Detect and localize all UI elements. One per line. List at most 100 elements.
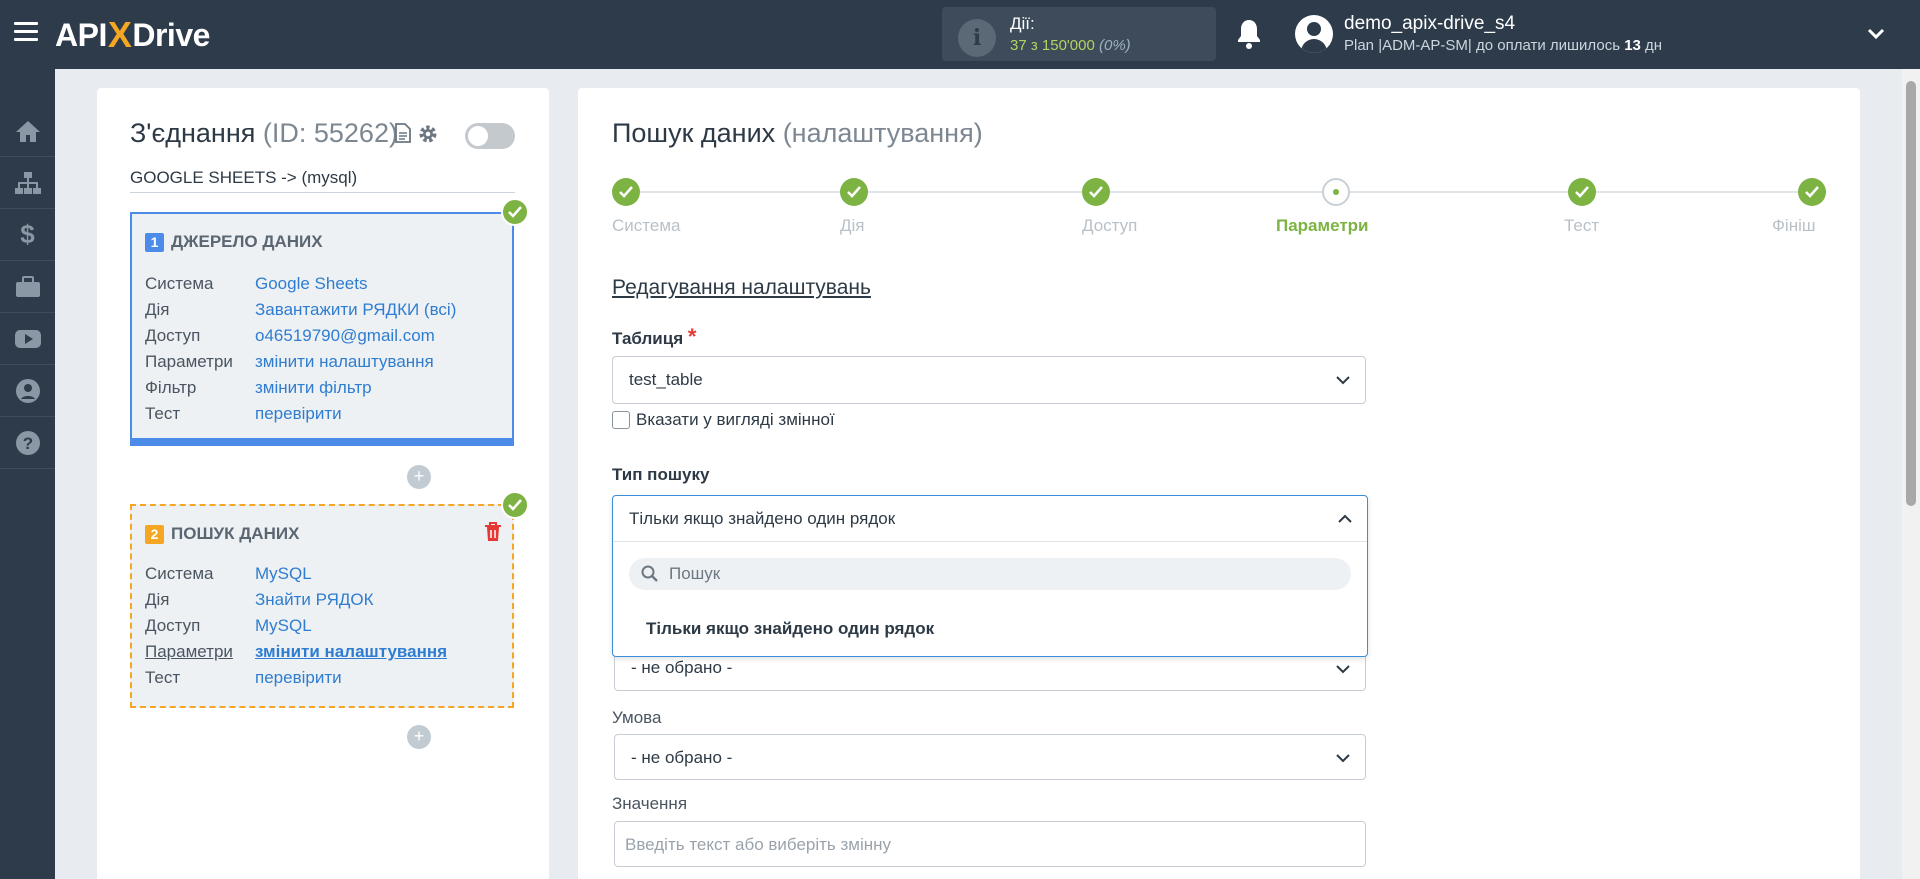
- card-row: Параметри змінити налаштування: [145, 352, 456, 378]
- connection-toggle[interactable]: [465, 123, 515, 149]
- sidebar-item-help[interactable]: ?: [0, 417, 55, 469]
- logo-x: X: [107, 14, 132, 55]
- step-number: 1: [145, 232, 164, 252]
- check-icon: [1082, 178, 1110, 206]
- row-value-link[interactable]: перевірити: [255, 668, 342, 694]
- card-row: Доступ MySQL: [145, 616, 447, 642]
- logo[interactable]: API X Drive: [55, 14, 210, 56]
- row-key: Дія: [145, 300, 170, 319]
- scrollbar-thumb[interactable]: [1906, 81, 1916, 506]
- search-card-title: ПОШУК ДАНИХ: [171, 524, 300, 543]
- sitemap-icon: [14, 171, 41, 194]
- info-icon: i: [958, 19, 996, 57]
- dropdown-search-input[interactable]: Пошук: [629, 558, 1351, 590]
- field-select-value: - не обрано -: [631, 658, 733, 677]
- check-icon: [612, 178, 640, 206]
- user-plan-days-suffix: дн: [1640, 37, 1663, 54]
- row-value-link[interactable]: o46519790@gmail.com: [255, 326, 435, 352]
- avatar[interactable]: [1295, 15, 1333, 53]
- variable-checkbox[interactable]: [612, 411, 630, 429]
- row-key: Тест: [145, 404, 181, 423]
- chevron-down-icon: [1336, 376, 1350, 385]
- user-plan-text: Plan |ADM-AP-SM| до оплати лишилось: [1344, 37, 1625, 54]
- card-row: Доступ o46519790@gmail.com: [145, 326, 456, 352]
- condition-select[interactable]: - не обрано -: [614, 734, 1366, 780]
- chevron-down-icon: [1336, 754, 1350, 763]
- sidebar-item-home[interactable]: [0, 105, 55, 157]
- bell-icon[interactable]: [1235, 18, 1263, 50]
- row-value-link[interactable]: змінити налаштування: [255, 352, 434, 378]
- row-value-link[interactable]: Знайти РЯДОК: [255, 590, 374, 616]
- row-key: Дія: [145, 590, 170, 609]
- step-number: 2: [145, 524, 164, 544]
- sidebar-item-video[interactable]: [0, 313, 55, 365]
- help-icon: ?: [15, 430, 40, 455]
- scrollbar[interactable]: [1902, 69, 1920, 879]
- menu-icon[interactable]: [14, 22, 38, 42]
- chevron-down-icon: [1336, 665, 1350, 674]
- card-row: Система MySQL: [145, 564, 447, 590]
- card-row: Система Google Sheets: [145, 274, 456, 300]
- card-row: Параметри змінити налаштування: [145, 642, 447, 668]
- row-key: Доступ: [145, 616, 201, 635]
- add-step-button[interactable]: +: [407, 465, 431, 489]
- value-input[interactable]: Введіть текст або виберіть змінну: [614, 821, 1366, 867]
- row-key: Параметри: [145, 352, 233, 371]
- briefcase-icon: [15, 275, 40, 297]
- value-input-placeholder: Введіть текст або виберіть змінну: [625, 835, 892, 854]
- sidebar-item-services[interactable]: [0, 261, 55, 313]
- table-select[interactable]: test_table: [612, 356, 1366, 404]
- document-icon[interactable]: [395, 123, 411, 143]
- search-type-select[interactable]: Тільки якщо знайдено один рядок: [613, 496, 1367, 542]
- dollar-icon: $: [20, 219, 35, 249]
- check-icon: [840, 178, 868, 206]
- row-key: Система: [145, 274, 214, 293]
- sidebar-item-billing[interactable]: $: [0, 209, 55, 261]
- page-title-muted: (налаштування): [782, 118, 983, 148]
- card-row: Дія Завантажити РЯДКИ (всі): [145, 300, 456, 326]
- steps-line: [626, 191, 1812, 193]
- progress-steps: Система Дія Доступ Параметри Тест Фініш: [612, 178, 1826, 238]
- search-card[interactable]: 2 ПОШУК ДАНИХ Система MySQL Дія Знайти РЯД…: [130, 504, 514, 708]
- source-card-header: 1 ДЖЕРЕЛО ДАНИХ: [145, 232, 323, 252]
- user-name[interactable]: demo_apix-drive_s4: [1344, 13, 1515, 35]
- row-value-link[interactable]: змінити фільтр: [255, 378, 372, 404]
- row-key: Доступ: [145, 326, 201, 345]
- search-card-rows: Система MySQL Дія Знайти РЯДОК Доступ MySQL…: [145, 564, 447, 694]
- condition-select-value: - не обрано -: [631, 748, 733, 767]
- actions-count: 37 з 150'000 (0%): [1010, 37, 1131, 54]
- chevron-up-icon: [1338, 514, 1352, 523]
- trash-icon[interactable]: [484, 522, 502, 547]
- variable-checkbox-label: Вказати у вигляді змінної: [636, 410, 835, 429]
- variable-checkbox-row[interactable]: Вказати у вигляді змінної: [612, 410, 835, 430]
- user-plan-days: 13: [1624, 37, 1641, 54]
- table-label: Таблиця *: [612, 324, 696, 350]
- check-icon: [501, 198, 529, 226]
- row-value-link[interactable]: Google Sheets: [255, 274, 367, 300]
- row-value-link[interactable]: змінити налаштування: [255, 642, 447, 668]
- sidebar-item-connections[interactable]: [0, 157, 55, 209]
- row-value-link[interactable]: MySQL: [255, 616, 312, 642]
- sidebar-item-account[interactable]: [0, 365, 55, 417]
- dropdown-option[interactable]: Тільки якщо знайдено один рядок: [646, 619, 934, 639]
- connection-id: (ID: 55262): [262, 118, 398, 148]
- row-value-link[interactable]: Завантажити РЯДКИ (всі): [255, 300, 456, 326]
- step-label: Доступ: [1082, 216, 1138, 235]
- check-icon: [1798, 178, 1826, 206]
- step-label: Тест: [1564, 216, 1600, 235]
- source-card[interactable]: 1 ДЖЕРЕЛО ДАНИХ Система Google Sheets Дія…: [130, 212, 514, 446]
- row-value-link[interactable]: перевірити: [255, 404, 342, 430]
- youtube-icon: [14, 329, 41, 348]
- row-value-link[interactable]: MySQL: [255, 564, 312, 590]
- connection-panel: З'єднання (ID: 55262) GOOGLE SHEETS -> (…: [97, 88, 549, 879]
- sidebar: $ ?: [0, 69, 55, 879]
- add-step-button[interactable]: +: [407, 725, 431, 749]
- gear-icon[interactable]: [417, 123, 439, 145]
- row-key: Тест: [145, 668, 181, 687]
- chevron-down-icon[interactable]: [1866, 24, 1886, 44]
- card-row: Тест перевірити: [145, 404, 456, 430]
- search-type-dropdown[interactable]: Тільки якщо знайдено один рядок Пошук Ті…: [612, 495, 1368, 657]
- step-label: Фініш: [1772, 216, 1816, 235]
- card-row: Дія Знайти РЯДОК: [145, 590, 447, 616]
- user-plan: Plan |ADM-AP-SM| до оплати лишилось 13 д…: [1344, 37, 1662, 54]
